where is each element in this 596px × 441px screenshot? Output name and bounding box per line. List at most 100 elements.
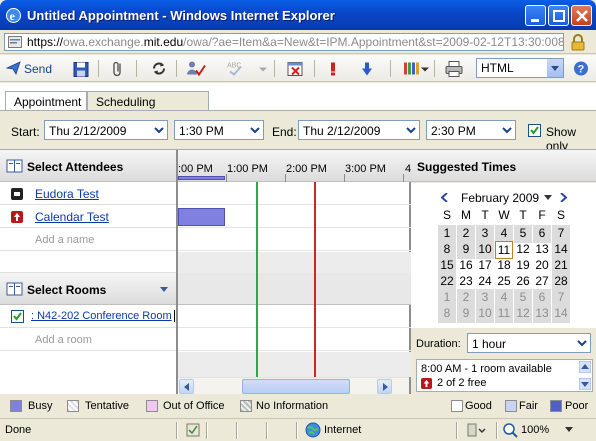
protected-mode-icon[interactable]	[464, 422, 486, 438]
room-name[interactable]: : N42-202 Conference Room	[31, 310, 175, 322]
calendar-day[interactable]: 12	[514, 305, 532, 323]
calendar-day[interactable]: 13	[533, 305, 551, 323]
format-value: HTML	[481, 61, 514, 75]
room-checkbox[interactable]	[11, 310, 24, 323]
attendee-required-icon[interactable]	[11, 188, 23, 200]
tab-strip: Appointment Scheduling Assistant	[0, 83, 596, 123]
help-icon[interactable]: ?	[572, 58, 590, 79]
show-only-checkbox[interactable]	[528, 124, 541, 137]
add-room-placeholder[interactable]: Add a room	[35, 334, 92, 346]
toolbar-separator	[176, 60, 177, 77]
address-book-icon	[6, 159, 23, 173]
format-select[interactable]: HTML	[476, 58, 564, 78]
print-icon[interactable]	[444, 58, 464, 79]
address-bar: https://owa.exchange.mit.edu/owa/?ae=Ite…	[0, 30, 596, 54]
meeting-end-line[interactable]	[314, 182, 316, 377]
month-dropdown-icon[interactable]	[544, 195, 552, 200]
attendee-name[interactable]: Eudora Test	[35, 187, 99, 201]
mini-calendar: February 2009 S M T W T F S 1 2 3 4 5 6 7 8 9 10 11 12 13 14…	[411, 183, 596, 328]
end-time-value: 2:30 PM	[431, 124, 476, 138]
scroll-right-button[interactable]	[377, 379, 392, 394]
duration-select[interactable]: 1 hour	[467, 333, 591, 353]
suggested-time[interactable]: 8:00 AM - 1 room available	[421, 363, 552, 375]
start-label: Start:	[11, 125, 40, 139]
delete-icon[interactable]	[286, 58, 304, 79]
minimize-icon	[531, 19, 539, 22]
time-label: 3:00 PM	[345, 163, 386, 175]
status-separator	[296, 422, 298, 439]
toolbar-separator	[136, 60, 137, 77]
select-rooms-header[interactable]: Select Rooms	[0, 273, 176, 305]
add-room-row[interactable]: Add a room	[0, 329, 176, 351]
end-date-select[interactable]: Thu 2/12/2009	[298, 120, 420, 140]
calendar-day[interactable]: 8	[438, 305, 456, 323]
minimize-button[interactable]	[525, 5, 546, 26]
check-names-icon[interactable]	[186, 58, 206, 79]
select-attendees-header[interactable]: Select Attendees	[0, 150, 176, 182]
status-separator	[236, 422, 238, 439]
out-of-office-label: Out of Office	[163, 400, 225, 412]
spell-check-dropdown-icon[interactable]	[258, 58, 268, 79]
scroll-up-button[interactable]	[579, 361, 591, 373]
prev-month-icon[interactable]	[441, 193, 449, 202]
lock-icon[interactable]	[570, 34, 586, 51]
chevron-down-icon[interactable]	[546, 59, 563, 77]
horizontal-scrollbar[interactable]	[178, 377, 409, 394]
svg-text:e: e	[10, 9, 16, 23]
attendee-organizer-icon[interactable]	[11, 211, 23, 223]
vertical-scrollbar[interactable]	[579, 361, 591, 391]
attendee-pane: Select Attendees Eudora Test Calendar Te…	[0, 150, 178, 395]
scroll-down-button[interactable]	[579, 378, 591, 390]
save-icon[interactable]	[72, 58, 90, 79]
date-time-row: Start: Thu 2/12/2009 1:30 PM End: Thu 2/…	[0, 111, 596, 153]
chevron-down-icon[interactable]	[160, 287, 168, 292]
start-time-select[interactable]: 1:30 PM	[174, 120, 264, 140]
busy-block[interactable]	[178, 208, 225, 226]
suggested-times-header: Suggested Times	[411, 150, 596, 182]
attach-icon[interactable]	[110, 58, 126, 79]
tab-appointment[interactable]: Appointment	[5, 91, 87, 112]
spell-check-icon[interactable]: ABC	[226, 58, 246, 79]
weekday-label: S	[442, 208, 451, 222]
maximize-button[interactable]	[548, 5, 569, 26]
window-title: Untitled Appointment - Windows Internet …	[27, 8, 335, 23]
scroll-thumb[interactable]	[242, 379, 350, 394]
calendar-day[interactable]: 11	[495, 305, 513, 323]
start-date-select[interactable]: Thu 2/12/2009	[44, 120, 168, 140]
send-button[interactable]: Send	[4, 58, 59, 79]
next-month-icon[interactable]	[559, 193, 567, 202]
end-time-select[interactable]: 2:30 PM	[426, 120, 516, 140]
send-label: Send	[24, 62, 53, 76]
attendee-name[interactable]: Calendar Test	[35, 210, 109, 224]
address-input[interactable]: https://owa.exchange.mit.edu/owa/?ae=Ite…	[4, 33, 564, 51]
attendee-organizer-icon	[421, 378, 432, 389]
high-importance-icon[interactable]	[326, 58, 340, 79]
refresh-icon[interactable]	[150, 58, 168, 79]
tentative-label: Tentative	[85, 400, 130, 412]
calendar-day[interactable]: 14	[552, 305, 570, 323]
low-importance-icon[interactable]	[360, 58, 374, 79]
add-name-placeholder[interactable]: Add a name	[35, 234, 94, 246]
meeting-start-line[interactable]	[256, 182, 258, 377]
hour-tick	[403, 174, 404, 182]
address-book-icon	[6, 282, 23, 296]
close-button[interactable]	[571, 5, 592, 26]
security-report-icon[interactable]	[185, 422, 201, 438]
calendar-day[interactable]: 9	[457, 305, 475, 323]
end-label: End:	[272, 125, 297, 139]
categorize-icon[interactable]	[402, 58, 420, 79]
checkmark-icon	[530, 126, 539, 135]
status-bar: Done Internet 100%	[0, 418, 596, 441]
categorize-dropdown-icon[interactable]	[421, 58, 429, 79]
calendar-day[interactable]: 10	[476, 305, 494, 323]
suggested-times-list[interactable]: 8:00 AM - 1 room available 2 of 2 free	[416, 359, 593, 392]
add-name-row[interactable]: Add a name	[0, 229, 176, 251]
busy-swatch	[10, 400, 22, 412]
free-busy-grid: :00 PM 1:00 PM 2:00 PM 3:00 PM 4	[178, 150, 411, 395]
zoom-dropdown-icon[interactable]	[565, 427, 573, 432]
toolbar-separator	[390, 60, 391, 77]
scroll-left-button[interactable]	[179, 379, 194, 394]
zone-label: Internet	[324, 424, 362, 436]
zoom-level[interactable]: 100%	[521, 424, 549, 436]
internet-zone-icon	[305, 422, 321, 438]
